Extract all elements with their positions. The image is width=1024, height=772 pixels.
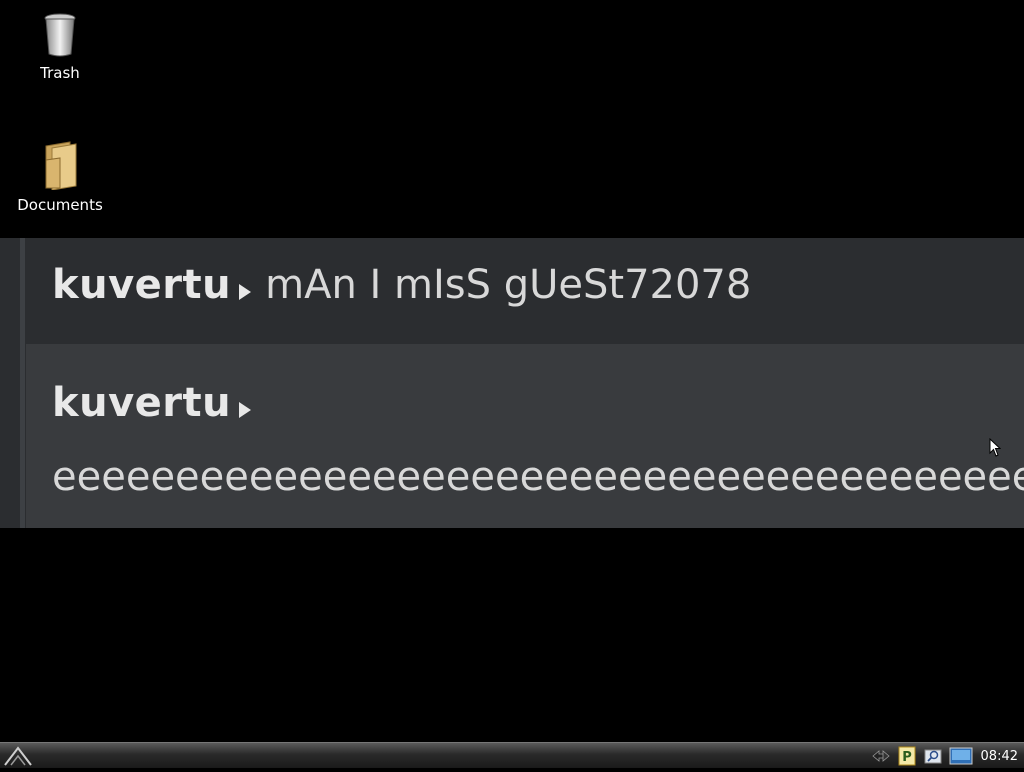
svg-text:P: P: [902, 750, 912, 765]
desktop-icon-documents[interactable]: Documents: [10, 140, 110, 214]
folder-icon: [10, 140, 110, 190]
desktop-icon-label: Documents: [17, 196, 103, 214]
pidgin-icon[interactable]: P: [897, 746, 917, 766]
message-author: kuvertu: [52, 262, 232, 308]
mouse-cursor-icon: [989, 437, 1002, 462]
search-icon[interactable]: [923, 746, 943, 766]
arrow-icon: [239, 283, 252, 300]
start-menu-button[interactable]: [2, 744, 34, 768]
system-tray: P 08:42: [871, 743, 1024, 769]
chat-message: kuvertu eeeeeeeeeeeeeeeeeeeeeeeeeeeeeeee…: [26, 344, 1024, 528]
network-icon[interactable]: [871, 746, 891, 766]
display-icon[interactable]: [949, 746, 973, 766]
arrow-icon: [239, 401, 252, 418]
desktop: Trash Documents kuvertu mAn I mIsS gUeSt7…: [0, 0, 1024, 742]
message-text: mAn I mIsS gUeSt72078: [265, 262, 752, 308]
chat-side-bar: [20, 238, 25, 528]
desktop-icon-label: Trash: [40, 64, 80, 82]
start-menu-icon: [2, 746, 34, 772]
trash-icon: [10, 12, 110, 58]
chat-panel: kuvertu mAn I mIsS gUeSt72078 kuvertu eee…: [0, 238, 1024, 528]
message-text: eeeeeeeeeeeeeeeeeeeeeeeeeeeeeeeeeeeeeeee…: [52, 454, 1024, 500]
chat-message: kuvertu mAn I mIsS gUeSt72078: [26, 238, 1024, 344]
clock[interactable]: 08:42: [979, 749, 1024, 764]
message-author: kuvertu: [52, 380, 232, 426]
desktop-icon-trash[interactable]: Trash: [10, 12, 110, 82]
taskbar: P 08:42: [0, 742, 1024, 768]
